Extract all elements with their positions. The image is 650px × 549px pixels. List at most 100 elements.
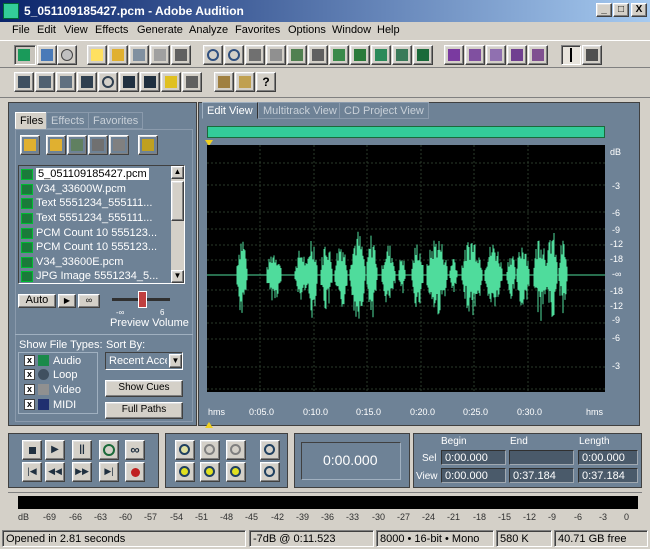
selection-length-field[interactable]: 0:00.000: [578, 450, 638, 465]
frequency-icon[interactable]: [465, 45, 485, 65]
overview-bar[interactable]: [207, 126, 605, 138]
tab-edit-view[interactable]: Edit View: [202, 102, 258, 119]
trim-icon[interactable]: [266, 45, 286, 65]
zoom-icon[interactable]: [98, 72, 118, 92]
go-to-start-button[interactable]: |◀: [22, 462, 42, 482]
list-item[interactable]: V34_33600W.pcm: [21, 182, 169, 197]
tab-favorites[interactable]: Favorites: [88, 112, 144, 129]
fast-forward-button[interactable]: ▶▶: [72, 462, 92, 482]
menu-view[interactable]: View: [64, 24, 88, 36]
save-icon[interactable]: [129, 45, 149, 65]
tab-effects[interactable]: Effects: [46, 112, 90, 129]
zoom-right-button[interactable]: [200, 462, 220, 482]
close-button[interactable]: X: [631, 3, 647, 17]
scroll-thumb[interactable]: [171, 181, 184, 221]
pause-button[interactable]: ||: [72, 440, 92, 460]
loop-button[interactable]: ∞: [125, 440, 145, 460]
preview-volume-thumb[interactable]: [138, 291, 147, 308]
zoom-in-vertical-button[interactable]: [260, 440, 280, 460]
menu-favorites[interactable]: Favorites: [235, 24, 280, 36]
list-item[interactable]: V34_33600E.pcm: [21, 255, 169, 270]
show-favorites-icon[interactable]: [56, 72, 76, 92]
list-item[interactable]: JPG Image 5551234_5...: [21, 269, 169, 284]
file-list-scrollbar[interactable]: ▲ ▼: [171, 166, 184, 283]
spectral-view-icon[interactable]: [444, 45, 464, 65]
zoom-out-vertical-button[interactable]: [260, 462, 280, 482]
menu-window[interactable]: Window: [332, 24, 371, 36]
mix-paste-icon[interactable]: [371, 45, 391, 65]
crossfade-icon[interactable]: [413, 45, 433, 65]
stop-button[interactable]: [22, 440, 42, 460]
undo-icon[interactable]: [203, 45, 223, 65]
menu-help[interactable]: Help: [377, 24, 400, 36]
play-preview-icon[interactable]: [138, 135, 158, 155]
scroll-down-icon[interactable]: ▼: [171, 270, 184, 283]
meter-icon[interactable]: [182, 72, 202, 92]
tab-files[interactable]: Files: [15, 112, 49, 129]
menu-options[interactable]: Options: [288, 24, 326, 36]
show-cues-button[interactable]: Show Cues: [105, 380, 183, 397]
show-files-icon[interactable]: [14, 72, 34, 92]
play-cursor-icon[interactable]: [77, 72, 97, 92]
video-checkbox[interactable]: x: [24, 384, 35, 395]
time-format-icon[interactable]: [119, 72, 139, 92]
paste-new-icon[interactable]: [350, 45, 370, 65]
list-item[interactable]: Text 5551234_555111...: [21, 211, 169, 226]
view-begin-field[interactable]: 0:00.000: [441, 468, 506, 483]
view-length-field[interactable]: 0:37.184: [578, 468, 638, 483]
auto-play-button[interactable]: Auto: [18, 294, 56, 308]
cue-icon[interactable]: [161, 72, 181, 92]
open-file-icon[interactable]: [108, 45, 128, 65]
cd-project-icon[interactable]: [57, 45, 77, 65]
end-marker-icon[interactable]: [205, 422, 213, 428]
paste-mix-icon[interactable]: [392, 45, 412, 65]
view-end-field[interactable]: 0:37.184: [509, 468, 574, 483]
zoom-out-horizontal-button[interactable]: [200, 440, 220, 460]
tip-icon[interactable]: [235, 72, 255, 92]
go-to-end-button[interactable]: ▶|: [99, 462, 119, 482]
amplitude-icon[interactable]: [486, 45, 506, 65]
maximize-button[interactable]: □: [613, 3, 629, 17]
list-item[interactable]: 5_051109185427.pcm: [21, 167, 169, 182]
rewind-button[interactable]: ◀◀: [45, 462, 65, 482]
bar-icon[interactable]: [140, 72, 160, 92]
menu-analyze[interactable]: Analyze: [189, 24, 228, 36]
spectral-pan-icon[interactable]: [528, 45, 548, 65]
close-file-icon-panel[interactable]: [67, 135, 87, 155]
zoom-full-button[interactable]: [226, 440, 246, 460]
close-file-icon[interactable]: [150, 45, 170, 65]
tab-cd-project-view[interactable]: CD Project View: [339, 102, 429, 119]
edit-file-icon[interactable]: [88, 135, 108, 155]
chevron-down-icon[interactable]: ▼: [169, 354, 182, 368]
cut-icon[interactable]: [287, 45, 307, 65]
insert-icon[interactable]: [171, 45, 191, 65]
waveform-edit-icon[interactable]: [14, 45, 36, 65]
list-item[interactable]: PCM Count 10 555123...: [21, 240, 169, 255]
scrub-tool-icon[interactable]: [582, 45, 602, 65]
selection-tool-icon[interactable]: [561, 45, 581, 65]
marquee-icon[interactable]: [507, 45, 527, 65]
zoom-in-horizontal-button[interactable]: [175, 440, 195, 460]
selection-begin-field[interactable]: 0:00.000: [441, 450, 506, 465]
list-item[interactable]: Text 5551234_555111...: [21, 196, 169, 211]
paste-icon[interactable]: [329, 45, 349, 65]
play-button[interactable]: ▶: [45, 440, 65, 460]
insert-multitrack-icon[interactable]: [109, 135, 129, 155]
zoom-selection-button[interactable]: [226, 462, 246, 482]
menu-generate[interactable]: Generate: [137, 24, 183, 36]
redo-icon[interactable]: [224, 45, 244, 65]
selection-end-field[interactable]: [509, 450, 574, 465]
play-to-end-button[interactable]: [99, 440, 119, 460]
menu-file[interactable]: File: [12, 24, 30, 36]
open-file-icon-panel[interactable]: [20, 135, 40, 155]
loop-checkbox[interactable]: x: [24, 369, 35, 380]
audio-checkbox[interactable]: x: [24, 355, 35, 366]
record-button[interactable]: [125, 462, 145, 482]
help-icon[interactable]: ?: [256, 72, 276, 92]
full-paths-button[interactable]: Full Paths: [105, 402, 183, 419]
menu-edit[interactable]: Edit: [37, 24, 56, 36]
multitrack-icon[interactable]: [37, 45, 57, 65]
loop-preview-button[interactable]: ∞: [78, 294, 100, 308]
copy-icon[interactable]: [308, 45, 328, 65]
menu-effects[interactable]: Effects: [95, 24, 128, 36]
